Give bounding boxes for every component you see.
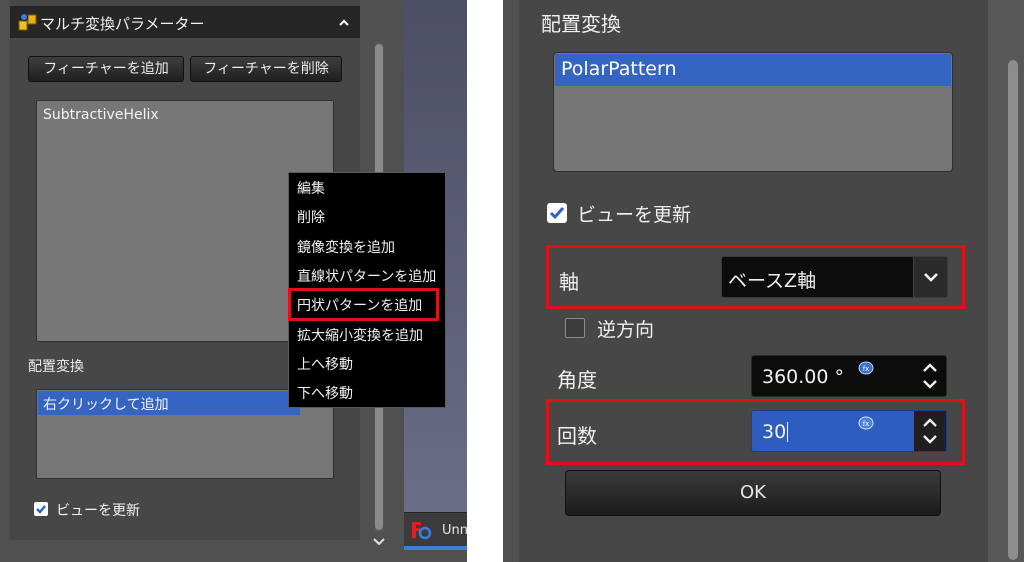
angle-label: 角度 bbox=[557, 368, 597, 392]
update-view-checkbox[interactable] bbox=[34, 502, 48, 516]
occurrences-spinbox[interactable]: 30 fx bbox=[751, 410, 947, 452]
multitransform-icon bbox=[18, 12, 38, 32]
menu-item-add-linear-pattern[interactable]: 直線状パターンを追加 bbox=[297, 266, 436, 286]
context-menu: 編集 削除 鏡像変換を追加 直線状パターンを追加 円状パターンを追加 拡大縮小変… bbox=[288, 172, 446, 408]
text-cursor bbox=[787, 422, 788, 442]
menu-item-add-scaled[interactable]: 拡大縮小変換を追加 bbox=[297, 325, 423, 345]
menu-item-add-polar-pattern[interactable]: 円状パターンを追加 bbox=[297, 295, 422, 315]
angle-spinbox[interactable]: 360.00 ° fx bbox=[751, 355, 947, 397]
menu-item-add-mirrored[interactable]: 鏡像変換を追加 bbox=[297, 237, 395, 257]
chevron-down-icon[interactable] bbox=[371, 534, 387, 548]
menu-item-edit[interactable]: 編集 bbox=[297, 178, 325, 198]
spinner-arrows-icon[interactable] bbox=[914, 356, 946, 396]
svg-text:fx: fx bbox=[863, 420, 870, 428]
svg-text:fx: fx bbox=[863, 365, 870, 373]
angle-value: 360.00 ° bbox=[762, 366, 845, 388]
occurrences-label: 回数 bbox=[557, 424, 597, 448]
active-tab-indicator bbox=[404, 546, 467, 550]
ok-button[interactable]: OK bbox=[565, 470, 941, 516]
add-feature-button[interactable]: フィーチャーを追加 bbox=[28, 56, 184, 82]
panel-title: マルチ変換パラメーター bbox=[40, 15, 205, 33]
document-tab[interactable]: Unn bbox=[404, 512, 467, 546]
update-view-checkbox[interactable] bbox=[547, 203, 567, 223]
scrollbar-track[interactable] bbox=[988, 0, 1024, 562]
occurrences-value[interactable]: 30 bbox=[762, 421, 786, 443]
right-screenshot: 配置変換 PolarPattern ビューを更新 軸 ベースZ軸 逆方向 角度 … bbox=[503, 0, 1024, 562]
fx-expression-icon[interactable]: fx bbox=[858, 415, 874, 430]
list-item-label: PolarPattern bbox=[561, 58, 677, 80]
list-item[interactable]: SubtractiveHelix bbox=[43, 107, 159, 123]
transform-list-placeholder: 右クリックして追加 bbox=[43, 397, 169, 413]
menu-item-move-down[interactable]: 下へ移動 bbox=[297, 383, 353, 403]
list-item[interactable]: PolarPattern bbox=[555, 54, 951, 86]
remove-feature-button[interactable]: フィーチャーを削除 bbox=[190, 56, 342, 82]
list-item[interactable]: 右クリックして追加 bbox=[38, 391, 300, 415]
axis-dropdown[interactable]: ベースZ軸 bbox=[721, 256, 948, 298]
reverse-label: 逆方向 bbox=[597, 319, 655, 341]
reverse-checkbox[interactable] bbox=[565, 318, 585, 338]
menu-item-move-up[interactable]: 上へ移動 bbox=[297, 354, 353, 374]
axis-label: 軸 bbox=[559, 270, 579, 294]
left-screenshot: マルチ変換パラメーター フィーチャーを追加 フィーチャーを削除 Subtract… bbox=[0, 0, 467, 562]
transform-section-label: 配置変換 bbox=[541, 12, 621, 36]
chevron-down-icon[interactable] bbox=[913, 257, 947, 297]
spinner-arrows-icon[interactable] bbox=[914, 411, 946, 451]
chevron-up-icon[interactable] bbox=[338, 14, 350, 26]
update-view-label: ビューを更新 bbox=[577, 204, 692, 226]
panel-header[interactable]: マルチ変換パラメーター bbox=[10, 6, 360, 38]
freecad-icon bbox=[410, 520, 432, 540]
transform-section-label: 配置変換 bbox=[28, 359, 84, 375]
update-view-label: ビューを更新 bbox=[56, 503, 140, 519]
fx-expression-icon[interactable]: fx bbox=[858, 360, 874, 375]
axis-value: ベースZ軸 bbox=[728, 270, 817, 292]
document-tab-label: Unn bbox=[442, 523, 467, 538]
scrollbar-thumb[interactable] bbox=[1008, 60, 1018, 560]
menu-item-delete[interactable]: 削除 bbox=[297, 207, 325, 227]
